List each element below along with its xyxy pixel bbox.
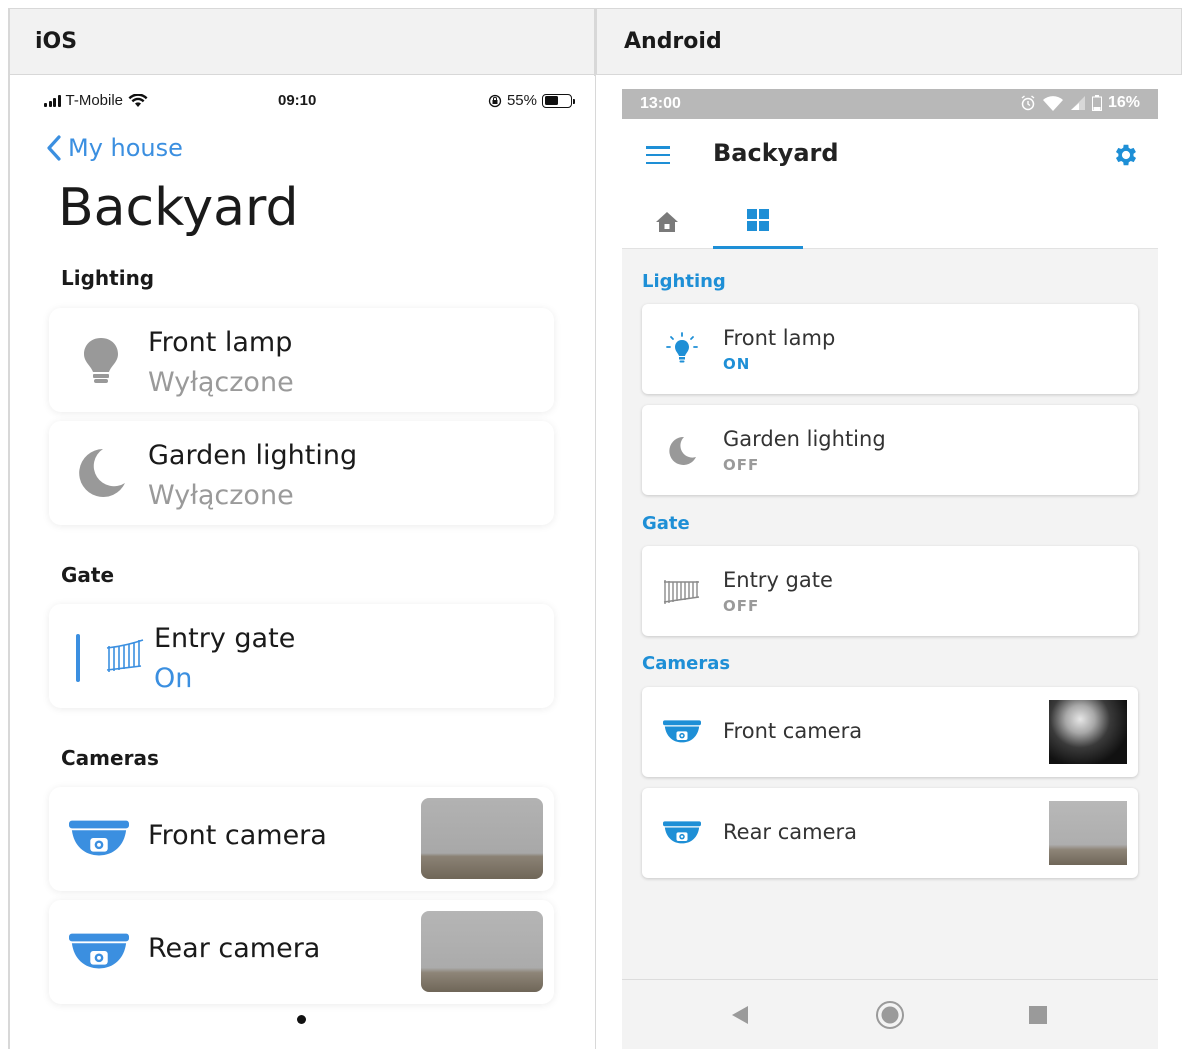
- battery-icon: [1091, 95, 1102, 111]
- gate-icon: [95, 626, 155, 686]
- triangle-back-icon: [732, 1006, 748, 1024]
- page-title: Backyard: [58, 178, 299, 238]
- device-state: Wyłączone: [148, 480, 294, 511]
- signal-icon: [44, 94, 61, 107]
- device-card-front-camera[interactable]: Front camera: [49, 787, 554, 891]
- device-name: Rear camera: [723, 820, 858, 844]
- app-bar: Backyard: [622, 119, 1158, 249]
- device-name: Garden lighting: [148, 440, 358, 471]
- lightbulb-icon: [71, 330, 131, 390]
- android-header-label: Android: [624, 29, 722, 54]
- carrier-group: T-Mobile: [44, 92, 148, 109]
- circle-home-icon: [876, 1001, 904, 1029]
- menu-icon[interactable]: [646, 146, 670, 164]
- cell-signal-icon: [1070, 96, 1085, 110]
- page-indicator-dot: [297, 1015, 306, 1024]
- section-gate: Gate: [61, 563, 115, 587]
- device-state: OFF: [723, 456, 760, 474]
- camera-thumbnail[interactable]: [1049, 700, 1127, 764]
- device-state: OFF: [723, 597, 760, 615]
- device-card-garden-lighting[interactable]: Garden lighting OFF: [642, 405, 1138, 495]
- moon-icon: [71, 443, 131, 503]
- device-card-front-lamp[interactable]: Front lamp ON: [642, 304, 1138, 394]
- android-screen: 13:00 16% Backyard Lighting Front lamp O…: [622, 89, 1158, 1049]
- camera-thumbnail[interactable]: [421, 911, 543, 992]
- camera-icon: [662, 813, 702, 853]
- battery-group: 55%: [488, 92, 575, 109]
- device-name: Entry gate: [723, 568, 833, 592]
- alarm-icon: [1021, 95, 1035, 111]
- wifi-icon: [1042, 96, 1063, 111]
- battery-icon: [542, 93, 575, 108]
- device-card-entry-gate[interactable]: Entry gate On: [49, 604, 554, 708]
- wifi-icon: [128, 93, 148, 107]
- camera-thumbnail[interactable]: [421, 798, 543, 879]
- moon-icon: [662, 430, 702, 470]
- rotation-lock-icon: [488, 94, 502, 107]
- gear-icon[interactable]: [1112, 141, 1140, 169]
- device-name: Garden lighting: [723, 427, 886, 451]
- device-card-rear-camera[interactable]: Rear camera: [49, 900, 554, 1004]
- ios-screen: T-Mobile 09:10 55% My house Backyard Lig…: [10, 76, 595, 1049]
- device-name: Front camera: [723, 719, 863, 743]
- device-name: Front lamp: [148, 327, 293, 358]
- section-cameras: Cameras: [642, 653, 731, 674]
- active-indicator: [76, 634, 80, 682]
- section-lighting: Lighting: [642, 271, 726, 292]
- tab-home[interactable]: [622, 194, 712, 249]
- device-name: Rear camera: [148, 933, 321, 964]
- camera-icon: [662, 712, 702, 752]
- device-card-rear-camera[interactable]: Rear camera: [642, 788, 1138, 878]
- camera-thumbnail[interactable]: [1049, 801, 1127, 865]
- device-name: Front lamp: [723, 326, 836, 350]
- device-card-entry-gate[interactable]: Entry gate OFF: [642, 546, 1138, 636]
- grid-icon: [747, 209, 769, 231]
- device-name: Front camera: [148, 820, 327, 851]
- device-name: Entry gate: [154, 623, 296, 654]
- device-card-front-lamp[interactable]: Front lamp Wyłączone: [49, 308, 554, 412]
- battery-percent: 16%: [1107, 94, 1140, 111]
- ios-header-label: iOS: [35, 29, 78, 54]
- recents-nav-button[interactable]: [1020, 997, 1056, 1033]
- section-gate: Gate: [642, 513, 690, 534]
- page-title: Backyard: [713, 139, 839, 167]
- back-nav-button[interactable]: [722, 997, 758, 1033]
- camera-icon: [69, 922, 129, 982]
- gate-icon: [662, 571, 702, 611]
- ios-column-header: iOS: [8, 8, 596, 75]
- section-lighting: Lighting: [61, 266, 155, 290]
- comparison-root: iOS Android T-Mobile 09:10 55% My house …: [0, 0, 1182, 1049]
- carrier-label: T-Mobile: [65, 92, 124, 109]
- tab-grid[interactable]: [713, 194, 803, 249]
- android-column-header: Android: [596, 8, 1182, 75]
- device-state: On: [154, 663, 193, 694]
- battery-percent: 55%: [506, 92, 537, 109]
- home-nav-button[interactable]: [872, 997, 908, 1033]
- section-cameras: Cameras: [61, 746, 159, 770]
- status-icons: 16%: [1020, 94, 1140, 112]
- device-card-garden-lighting[interactable]: Garden lighting Wyłączone: [49, 421, 554, 525]
- android-nav-bar: [622, 979, 1158, 1049]
- home-icon: [656, 211, 678, 232]
- android-status-bar: 13:00 16%: [622, 89, 1158, 119]
- lightbulb-on-icon: [662, 329, 702, 369]
- ios-clock: 09:10: [278, 92, 317, 109]
- device-card-front-camera[interactable]: Front camera: [642, 687, 1138, 777]
- chevron-left-icon: [47, 135, 61, 161]
- device-state: Wyłączone: [148, 367, 294, 398]
- square-recents-icon: [1029, 1006, 1047, 1024]
- back-label: My house: [68, 134, 183, 162]
- camera-icon: [69, 809, 129, 869]
- android-clock: 13:00: [640, 95, 681, 112]
- device-state: ON: [723, 355, 751, 373]
- back-button[interactable]: My house: [46, 134, 183, 162]
- ios-status-bar: T-Mobile 09:10 55%: [44, 92, 575, 114]
